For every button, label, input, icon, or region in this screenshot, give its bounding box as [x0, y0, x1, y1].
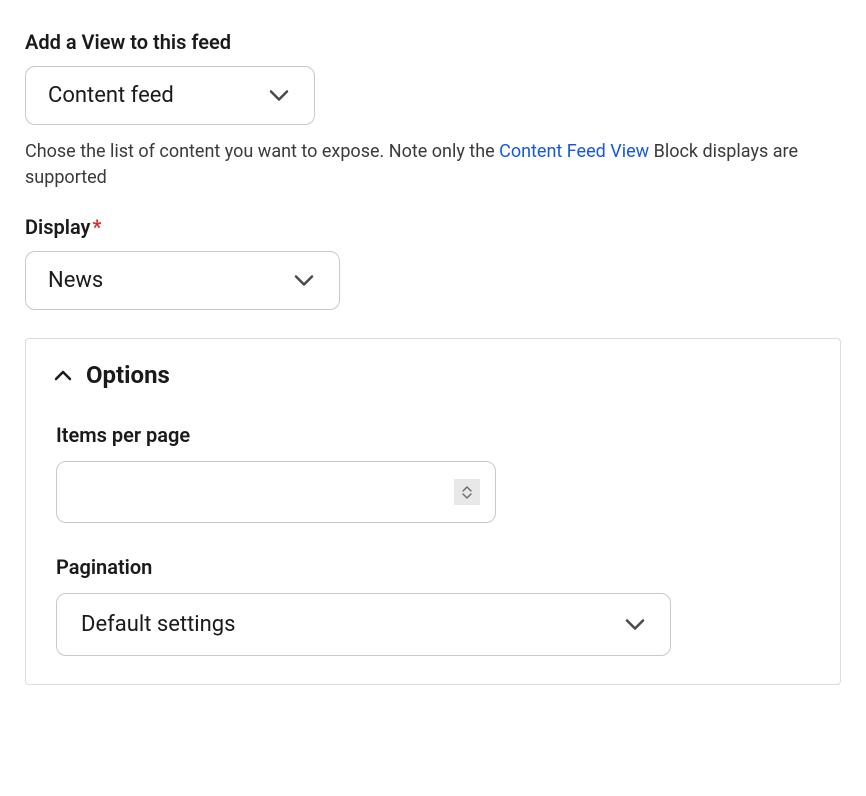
options-panel-title: Options: [86, 361, 170, 389]
view-select[interactable]: Content feed: [25, 66, 315, 125]
display-select-wrap: News: [25, 251, 340, 310]
pagination-select-wrap: Default settings: [56, 593, 671, 656]
display-label-text: Display: [25, 215, 90, 239]
display-field-label: Display*: [25, 215, 841, 239]
items-per-page-label: Items per page: [56, 423, 810, 447]
pagination-label: Pagination: [56, 555, 810, 579]
options-panel-body: Items per page Pagination Default settin…: [26, 397, 840, 656]
view-help-text: Chose the list of content you want to ex…: [25, 139, 835, 191]
items-per-page-wrap: [56, 461, 496, 523]
view-field-group: Add a View to this feed Content feed Cho…: [25, 30, 841, 191]
view-field-label: Add a View to this feed: [25, 30, 841, 54]
required-indicator: *: [92, 215, 101, 239]
view-select-wrap: Content feed: [25, 66, 315, 125]
content-feed-view-link[interactable]: Content Feed View: [499, 141, 649, 162]
display-select[interactable]: News: [25, 251, 340, 310]
chevron-up-icon: [54, 366, 72, 385]
pagination-select[interactable]: Default settings: [56, 593, 671, 656]
options-panel: Options Items per page Pagination Defaul…: [25, 338, 841, 685]
items-per-page-input[interactable]: [56, 461, 496, 523]
help-text-prefix: Chose the list of content you want to ex…: [25, 141, 499, 162]
options-panel-toggle[interactable]: Options: [26, 339, 840, 397]
display-field-group: Display* News: [25, 215, 841, 310]
